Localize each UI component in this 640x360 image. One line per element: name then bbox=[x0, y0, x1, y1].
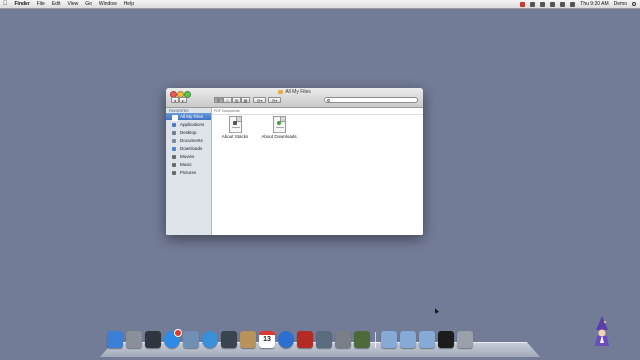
notification-badge bbox=[174, 329, 182, 337]
icon-view-button[interactable]: ⊞ bbox=[214, 97, 223, 103]
safari-icon[interactable] bbox=[202, 331, 218, 348]
launchpad-icon[interactable] bbox=[126, 331, 142, 348]
iphoto-icon[interactable] bbox=[316, 331, 332, 348]
window-toolbar: All My Files ◂ ▸ ⊞ ≡ ▥ ▦ ⚙▾ ☰▾ bbox=[166, 88, 423, 108]
itunes-icon[interactable] bbox=[278, 331, 294, 348]
group-divider bbox=[212, 114, 423, 115]
volume-icon[interactable] bbox=[560, 1, 566, 7]
menu-clock[interactable]: Thu 9:20 AM bbox=[580, 0, 608, 8]
sidebar-item-all-my-files[interactable]: All My Files bbox=[166, 113, 211, 121]
sidebar-item-applications[interactable]: Applications bbox=[166, 121, 211, 128]
sidebar-item-downloads[interactable]: Downloads bbox=[166, 145, 211, 152]
finder-window: All My Files ◂ ▸ ⊞ ≡ ▥ ▦ ⚙▾ ☰▾ FAVORITES… bbox=[166, 88, 423, 235]
cover-flow-button[interactable]: ▦ bbox=[241, 97, 250, 103]
mission-control-icon[interactable] bbox=[145, 331, 161, 348]
sidebar-item-label: Desktop bbox=[180, 130, 197, 135]
terminal-icon[interactable] bbox=[438, 331, 454, 348]
menu-view[interactable]: View bbox=[67, 0, 78, 8]
photo-booth-icon[interactable] bbox=[297, 331, 313, 348]
applications-stack-icon[interactable] bbox=[381, 331, 397, 348]
view-mode-switcher: ⊞ ≡ ▥ ▦ bbox=[214, 97, 250, 103]
sidebar-item-label: All My Files bbox=[180, 114, 204, 119]
app-store-icon[interactable] bbox=[164, 329, 182, 348]
wifi-icon[interactable] bbox=[550, 1, 556, 7]
movies-icon bbox=[172, 154, 176, 159]
search-input[interactable] bbox=[324, 97, 418, 103]
back-button[interactable]: ◂ bbox=[171, 97, 179, 103]
sidebar-item-label: Movies bbox=[180, 154, 195, 159]
sidebar-item-documents[interactable]: Documents bbox=[166, 137, 211, 144]
downloads-stack-icon[interactable] bbox=[419, 331, 435, 348]
sidebar-item-label: Applications bbox=[180, 122, 205, 127]
folder-icon bbox=[278, 89, 284, 94]
calendar-icon[interactable]: 13 bbox=[259, 331, 275, 348]
documents-icon bbox=[172, 138, 176, 143]
file-item[interactable]: About Downloads bbox=[259, 116, 299, 139]
file-browser: PDF Documents About Stacks About Download… bbox=[212, 108, 423, 235]
all-files-icon bbox=[172, 114, 178, 121]
trash-icon[interactable] bbox=[457, 331, 473, 348]
bluetooth-icon[interactable] bbox=[540, 1, 546, 7]
column-view-button[interactable]: ▥ bbox=[232, 97, 241, 103]
utility-icon[interactable] bbox=[354, 331, 370, 348]
dock-separator bbox=[375, 332, 376, 348]
window-title-label: All My Files bbox=[285, 89, 311, 95]
mouse-pointer-icon bbox=[433, 307, 439, 314]
search-icon bbox=[327, 99, 330, 102]
downloads-icon bbox=[172, 146, 176, 151]
menu-help[interactable]: Help bbox=[124, 0, 134, 8]
screen-recording-icon[interactable] bbox=[520, 1, 526, 7]
pdf-document-icon bbox=[272, 116, 286, 133]
facetime-icon[interactable] bbox=[221, 331, 237, 348]
file-name: About Stacks bbox=[221, 134, 249, 139]
menu-app-name[interactable]: Finder bbox=[15, 0, 30, 8]
calendar-date: 13 bbox=[263, 336, 271, 343]
window-title: All My Files bbox=[166, 89, 423, 95]
sidebar-item-movies[interactable]: Movies bbox=[166, 153, 211, 160]
finder-icon[interactable] bbox=[107, 331, 123, 348]
dock: 13 bbox=[107, 329, 473, 348]
sidebar-item-pictures[interactable]: Pictures bbox=[166, 169, 211, 176]
sidebar-item-desktop[interactable]: Desktop bbox=[166, 129, 211, 136]
menu-bar:  Finder File Edit View Go Window Help T… bbox=[0, 0, 640, 9]
documents-stack-icon[interactable] bbox=[400, 331, 416, 348]
menu-file[interactable]: File bbox=[37, 0, 45, 8]
spotlight-icon[interactable] bbox=[632, 2, 636, 6]
arrange-menu-button[interactable]: ☰▾ bbox=[268, 97, 281, 103]
sidebar: FAVORITES All My Files Applications Deskto… bbox=[166, 108, 212, 235]
action-menu-button[interactable]: ⚙▾ bbox=[253, 97, 266, 103]
group-header: PDF Documents bbox=[214, 109, 240, 113]
mail-icon[interactable] bbox=[183, 331, 199, 348]
pictures-icon bbox=[172, 170, 176, 175]
list-view-button[interactable]: ≡ bbox=[223, 97, 232, 103]
menu-user[interactable]: Demo bbox=[614, 0, 627, 8]
battery-icon[interactable] bbox=[570, 1, 576, 7]
sidebar-item-label: Pictures bbox=[180, 170, 197, 175]
file-item[interactable]: About Stacks bbox=[215, 116, 255, 139]
desktop-icon bbox=[172, 130, 176, 135]
sidebar-item-label: Documents bbox=[180, 138, 203, 143]
forward-button[interactable]: ▸ bbox=[179, 97, 187, 103]
contacts-icon[interactable] bbox=[240, 331, 256, 348]
music-icon bbox=[172, 162, 176, 167]
file-name: About Downloads bbox=[261, 134, 297, 139]
sidebar-item-label: Music bbox=[180, 162, 192, 167]
menu-go[interactable]: Go bbox=[85, 0, 92, 8]
sidebar-item-label: Downloads bbox=[180, 146, 203, 151]
wizard-mascot-icon bbox=[595, 316, 609, 346]
menu-window[interactable]: Window bbox=[99, 0, 117, 8]
sidebar-item-music[interactable]: Music bbox=[166, 161, 211, 168]
apple-menu-icon[interactable]:  bbox=[3, 0, 8, 8]
time-machine-icon[interactable] bbox=[530, 1, 536, 7]
menu-edit[interactable]: Edit bbox=[52, 0, 61, 8]
system-preferences-icon[interactable] bbox=[335, 331, 351, 348]
applications-icon bbox=[172, 122, 176, 127]
pdf-document-icon bbox=[228, 116, 242, 133]
